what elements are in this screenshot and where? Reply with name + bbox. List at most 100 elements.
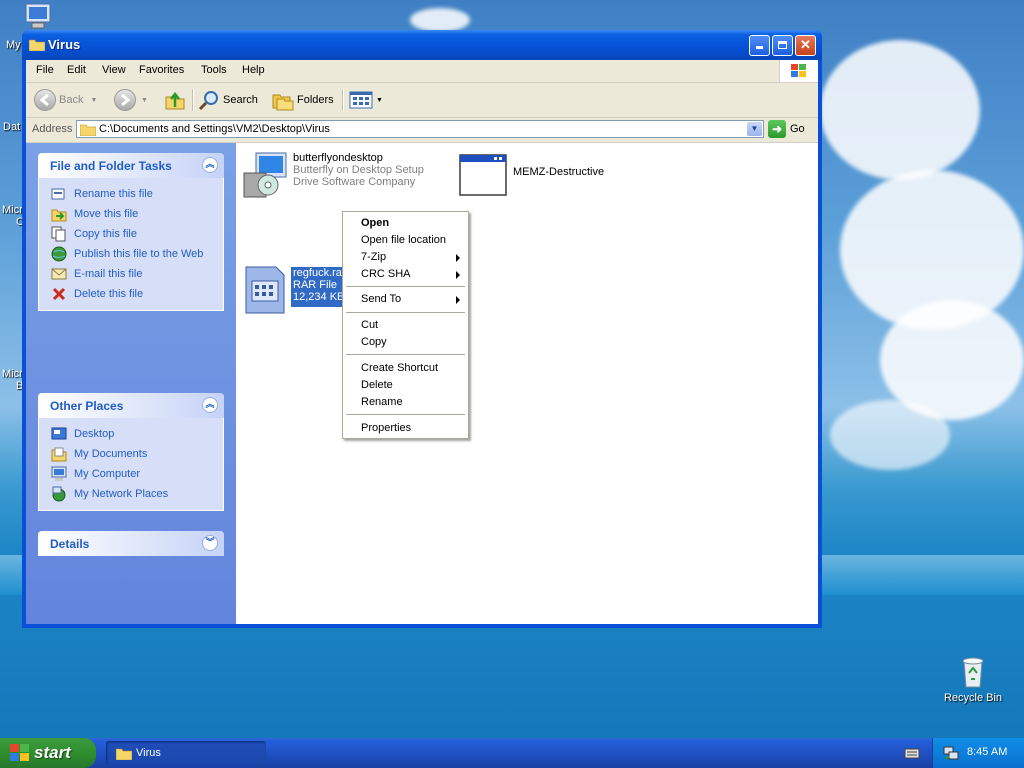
task-label: Move this file bbox=[74, 208, 139, 220]
back-button[interactable]: Back ▼ bbox=[34, 88, 97, 112]
computer-icon bbox=[25, 3, 51, 29]
search-button[interactable]: Search bbox=[198, 88, 258, 112]
folders-button[interactable]: Folders bbox=[272, 88, 334, 112]
recycle-bin-label: Recycle Bin bbox=[943, 692, 1003, 704]
start-button[interactable]: start bbox=[0, 738, 96, 768]
menu-separator bbox=[346, 414, 465, 415]
menu-properties[interactable]: Properties bbox=[345, 420, 466, 437]
file-item-memz-destructive[interactable]: MEMZ-Destructive bbox=[458, 151, 604, 197]
views-icon bbox=[349, 91, 373, 109]
windows-logo bbox=[779, 60, 818, 82]
minimize-button[interactable] bbox=[749, 35, 770, 56]
menu-open-file-location[interactable]: Open file location bbox=[345, 232, 466, 249]
globe-icon bbox=[51, 246, 67, 262]
menu-item-label: Copy bbox=[361, 336, 387, 348]
menu-help[interactable]: Help bbox=[242, 64, 265, 76]
place-label: Desktop bbox=[74, 428, 115, 440]
context-menu: Open Open file location 7-Zip CRC SHA Se… bbox=[342, 211, 469, 439]
menu-open[interactable]: Open bbox=[345, 215, 466, 232]
search-label: Search bbox=[223, 94, 258, 106]
menu-item-label: Properties bbox=[361, 422, 412, 434]
task-label: Rename this file bbox=[74, 188, 153, 200]
menu-rename[interactable]: Rename bbox=[345, 394, 466, 411]
toolbar-separator bbox=[192, 89, 194, 111]
back-dropdown-icon: ▼ bbox=[90, 96, 98, 104]
file-item-butterflyondesktop[interactable]: butterflyondesktop Butterfly on Desktop … bbox=[242, 151, 424, 199]
folder-icon bbox=[80, 124, 96, 136]
task-publish[interactable]: Publish this file to the Web bbox=[51, 244, 223, 264]
my-documents-icon bbox=[51, 447, 67, 462]
file-item-regfuck-rar[interactable]: regfuck.ra RAR File 12,234 KB bbox=[244, 265, 347, 315]
my-computer-desktop-icon[interactable] bbox=[24, 2, 54, 30]
menu-cut[interactable]: Cut bbox=[345, 317, 466, 334]
up-folder-icon bbox=[165, 91, 185, 110]
address-dropdown-button[interactable]: ▼ bbox=[747, 122, 762, 136]
expand-icon[interactable]: ︾ bbox=[202, 535, 218, 551]
place-my-documents[interactable]: My Documents bbox=[51, 444, 223, 464]
address-input[interactable]: C:\Documents and Settings\VM2\Desktop\Vi… bbox=[76, 120, 764, 138]
file-folder-tasks-header[interactable]: File and Folder Tasks ︽ bbox=[38, 153, 224, 178]
folders-label: Folders bbox=[297, 94, 334, 106]
window-title: Virus bbox=[48, 37, 81, 52]
keyboard-tray-icon[interactable] bbox=[904, 746, 920, 763]
menu-delete[interactable]: Delete bbox=[345, 377, 466, 394]
forward-arrow-icon bbox=[114, 89, 136, 111]
menu-tools[interactable]: Tools bbox=[201, 64, 227, 76]
menu-send-to[interactable]: Send To bbox=[345, 291, 466, 308]
menu-view[interactable]: View bbox=[102, 64, 126, 76]
collapse-icon[interactable]: ︽ bbox=[202, 397, 218, 413]
menu-7zip[interactable]: 7-Zip bbox=[345, 249, 466, 266]
back-arrow-icon bbox=[34, 89, 56, 111]
computer-icon bbox=[51, 466, 67, 481]
address-label: Address bbox=[32, 123, 73, 135]
go-button[interactable]: ➜ Go bbox=[768, 120, 805, 138]
rename-icon bbox=[51, 188, 65, 200]
menu-bar: File Edit View Favorites Tools Help bbox=[26, 60, 818, 83]
desktop-icon bbox=[51, 427, 67, 440]
desktop-icon-label: My bbox=[6, 39, 21, 51]
task-move[interactable]: Move this file bbox=[51, 204, 223, 224]
menu-create-shortcut[interactable]: Create Shortcut bbox=[345, 360, 466, 377]
task-copy[interactable]: Copy this file bbox=[51, 224, 223, 244]
task-delete[interactable]: Delete this file bbox=[51, 284, 223, 304]
menu-item-label: CRC SHA bbox=[361, 268, 411, 280]
menu-item-label: 7-Zip bbox=[361, 251, 387, 263]
task-rename[interactable]: Rename this file bbox=[51, 184, 223, 204]
task-email[interactable]: E-mail this file bbox=[51, 264, 223, 284]
title-bar[interactable]: Virus ✕ bbox=[22, 30, 822, 60]
clock[interactable]: 8:45 AM bbox=[967, 746, 1007, 758]
menu-file[interactable]: File bbox=[36, 64, 54, 76]
file-name: MEMZ-Destructive bbox=[513, 166, 605, 178]
task-label: Delete this file bbox=[74, 288, 144, 300]
file-company: Drive Software Company bbox=[293, 176, 416, 188]
recycle-bin-desktop-icon[interactable]: Recycle Bin bbox=[938, 655, 1008, 704]
views-button[interactable]: ▼ bbox=[349, 88, 383, 112]
menu-edit[interactable]: Edit bbox=[67, 64, 86, 76]
menu-copy[interactable]: Copy bbox=[345, 334, 466, 351]
maximize-button[interactable] bbox=[772, 35, 793, 56]
collapse-icon[interactable]: ︽ bbox=[202, 157, 218, 173]
forward-button[interactable]: ▼ bbox=[114, 88, 148, 112]
up-button[interactable] bbox=[164, 88, 186, 112]
menu-favorites[interactable]: Favorites bbox=[139, 64, 184, 76]
panel-title: File and Folder Tasks bbox=[50, 159, 172, 173]
menu-separator bbox=[346, 354, 465, 355]
network-icon[interactable] bbox=[943, 745, 959, 761]
menu-item-label: Open file location bbox=[361, 234, 446, 246]
place-my-computer[interactable]: My Computer bbox=[51, 464, 223, 484]
standard-toolbar: Back ▼ ▼ Search Folders ▼ bbox=[26, 83, 818, 118]
place-my-network-places[interactable]: My Network Places bbox=[51, 484, 223, 504]
menu-crc-sha[interactable]: CRC SHA bbox=[345, 266, 466, 283]
place-desktop[interactable]: Desktop bbox=[51, 424, 223, 444]
file-description: Butterfly on Desktop Setup bbox=[293, 164, 424, 176]
copy-icon bbox=[51, 226, 66, 242]
place-label: My Network Places bbox=[74, 488, 169, 500]
menu-item-label: Cut bbox=[361, 319, 379, 331]
close-button[interactable]: ✕ bbox=[795, 35, 816, 56]
file-folder-tasks-list: Rename this file Move this file Copy thi… bbox=[38, 178, 224, 311]
taskbar-button-virus[interactable]: Virus bbox=[106, 741, 266, 765]
file-name: regfuck.ra bbox=[293, 267, 342, 279]
details-header[interactable]: Details ︾ bbox=[38, 531, 224, 556]
maximize-icon bbox=[778, 41, 787, 49]
other-places-header[interactable]: Other Places ︽ bbox=[38, 393, 224, 418]
